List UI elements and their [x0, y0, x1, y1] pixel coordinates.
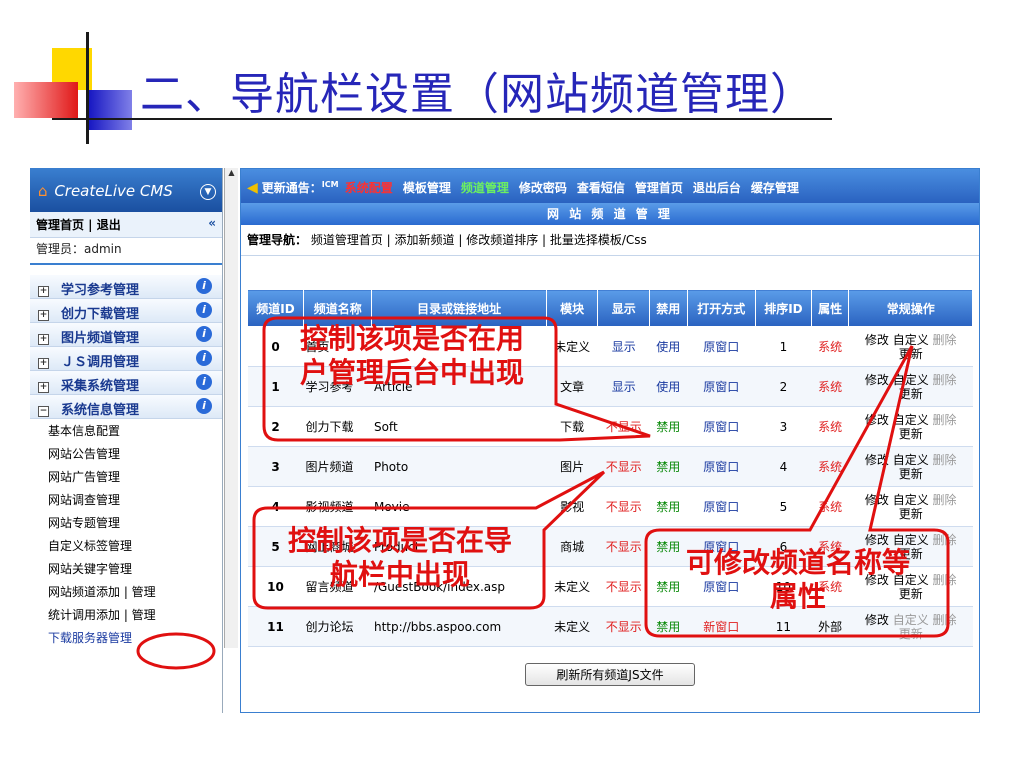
callout-2-text: 控制该项是否在导 航栏中出现: [258, 524, 542, 592]
callout-2-line-1: 控制该项是否在导: [287, 524, 512, 557]
callout-3-line-2: 属性: [769, 580, 826, 613]
callout-1-text: 控制该项是否在用 户管理后台中出现: [272, 322, 552, 390]
highlight-ellipse: [136, 632, 216, 670]
callout-1-line-2: 户管理后台中出现: [299, 356, 524, 389]
callout-3-line-1: 可修改频道名称等: [685, 546, 910, 579]
callout-2-line-2: 航栏中出现: [329, 558, 470, 591]
callout-1-line-1: 控制该项是否在用: [299, 322, 524, 355]
callout-3-text: 可修改频道名称等 属性: [650, 546, 946, 614]
